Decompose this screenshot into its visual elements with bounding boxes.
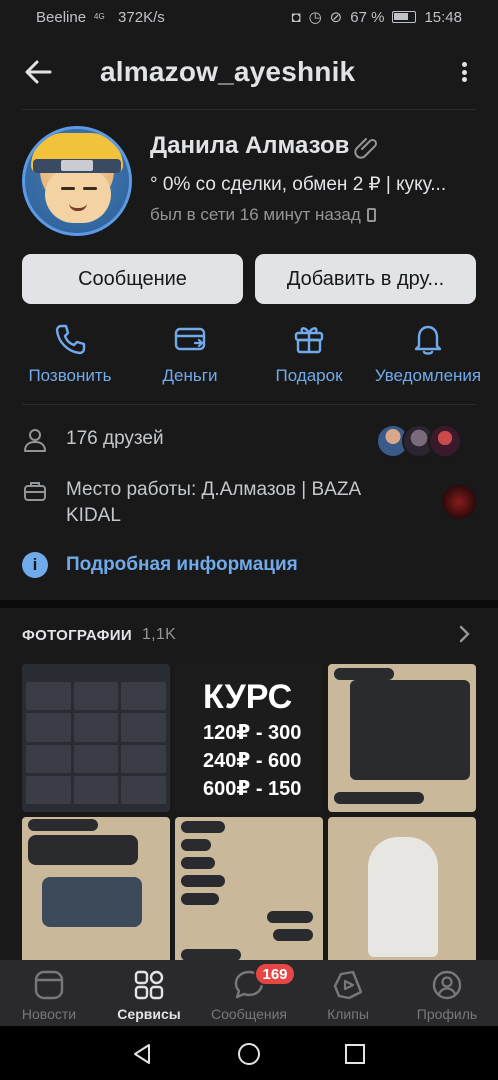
photo-thumbnail[interactable] [22,817,170,965]
profile-icon [432,970,462,1000]
services-icon [134,970,164,1000]
chevron-right-icon[interactable] [458,624,472,644]
details-link[interactable]: i Подробная информация [22,552,298,578]
messages-badge: 169 [254,962,296,986]
photo-thumbnail[interactable] [328,817,476,965]
mobile-icon [366,208,376,222]
back-arrow-icon[interactable] [22,56,54,88]
photo-thumbnail[interactable] [175,817,323,965]
photo-price-line: 600₽ - 150 [203,778,302,800]
photos-heading: ФОТОГРАФИИ [22,626,132,644]
actions-divider [22,404,476,405]
last-seen: был в сети 16 минут назад [150,205,376,225]
photo-course-title: КУРС [203,678,293,716]
carrier-name: Beeline [36,8,87,26]
call-label: Позвонить [28,366,112,385]
action-row: Позвонить Деньги Подарок Уведомления [0,322,498,392]
tab-messages-label: Сообщения [211,1006,287,1022]
page-title: almazow_ayeshnik [100,56,356,87]
briefcase-icon [24,482,46,501]
photos-header[interactable]: ФОТОГРАФИИ 1,1K [22,626,176,644]
photo-thumbnail[interactable]: КУРС 120₽ - 300 240₽ - 600 600₽ - 150 [175,664,323,812]
battery-icon [392,11,417,23]
news-icon [34,970,64,1000]
gift-label: Подарок [275,366,343,385]
notifications-label: Уведомления [374,366,482,385]
clock: 15:48 [424,8,462,26]
tab-news-label: Новости [21,1006,77,1022]
user-icon [24,429,46,452]
tab-services-label: Сервисы [117,1006,181,1022]
tab-clips[interactable]: Клипы [322,968,374,1022]
avatar[interactable] [22,126,132,236]
last-seen-text: был в сети 16 минут назад [150,205,361,224]
friends-row[interactable]: 176 друзей [22,426,164,453]
bell-icon [414,325,442,355]
nav-recents-icon[interactable] [343,1042,367,1066]
section-separator [0,600,498,608]
tab-clips-label: Клипы [327,1006,369,1022]
top-bar: almazow_ayeshnik [0,44,498,100]
system-nav-bar [0,1026,498,1080]
work-place: Место работы: Д.Алмазов | BAZA KIDAL [66,479,361,526]
network-type: 4G [94,12,105,21]
gift-icon [294,327,324,354]
call-action[interactable]: Позвонить [24,322,116,386]
network-speed: 372K/s [118,8,165,26]
friends-avatars[interactable] [376,424,462,458]
money-icon [174,327,206,351]
work-row[interactable]: Место работы: Д.Алмазов | BAZA KIDAL [22,477,412,529]
clips-icon [333,970,363,1000]
photo-thumbnail[interactable] [328,664,476,812]
alarm-icon: ◷ [308,9,322,26]
mute-icon: ⊘ [329,9,343,26]
more-menu-icon[interactable] [456,58,472,86]
profile-name: Данила Алмазов [150,132,379,160]
money-action[interactable]: Деньги [158,322,222,386]
info-icon: i [22,552,48,578]
photos-count: 1,1K [141,626,177,643]
profile-status[interactable]: ° 0% со сделки, обмен 2 ₽ | куку... [150,173,480,196]
tab-profile-label: Профиль [416,1006,478,1022]
header-divider [22,109,476,110]
add-friend-button[interactable]: Добавить в дру... [255,254,476,304]
photo-price-line: 120₽ - 300 [203,722,302,744]
photo-thumbnail[interactable] [22,664,170,812]
gift-action[interactable]: Подарок [271,322,347,386]
phone-icon [55,324,86,355]
friends-count: 176 друзей [66,428,164,449]
paperclip-icon [354,138,378,159]
tab-services[interactable]: Сервисы [116,968,182,1022]
friend-avatar [428,424,462,458]
photo-price-line: 240₽ - 600 [203,750,302,772]
bottom-tab-bar: Новости Сервисы Сообщения Клипы Профиль [0,960,498,1026]
details-link-text: Подробная информация [66,554,298,575]
tab-news[interactable]: Новости [18,968,80,1022]
battery-percent: 67 % [350,8,385,26]
work-avatar[interactable] [442,485,476,519]
nav-back-icon[interactable] [130,1042,154,1066]
nfc-icon: ◘ [291,8,301,26]
photos-grid: КУРС 120₽ - 300 240₽ - 600 600₽ - 150 [22,664,476,965]
tab-profile[interactable]: Профиль [414,968,480,1022]
money-label: Деньги [162,366,218,385]
notifications-action[interactable]: Уведомления [370,322,486,386]
status-bar: Beeline 4G 372K/s ◘ ◷ ⊘ 67 % 15:48 [0,0,498,34]
nav-home-icon[interactable] [237,1042,261,1066]
message-button[interactable]: Сообщение [22,254,243,304]
profile-name-text: Данила Алмазов [150,132,350,159]
